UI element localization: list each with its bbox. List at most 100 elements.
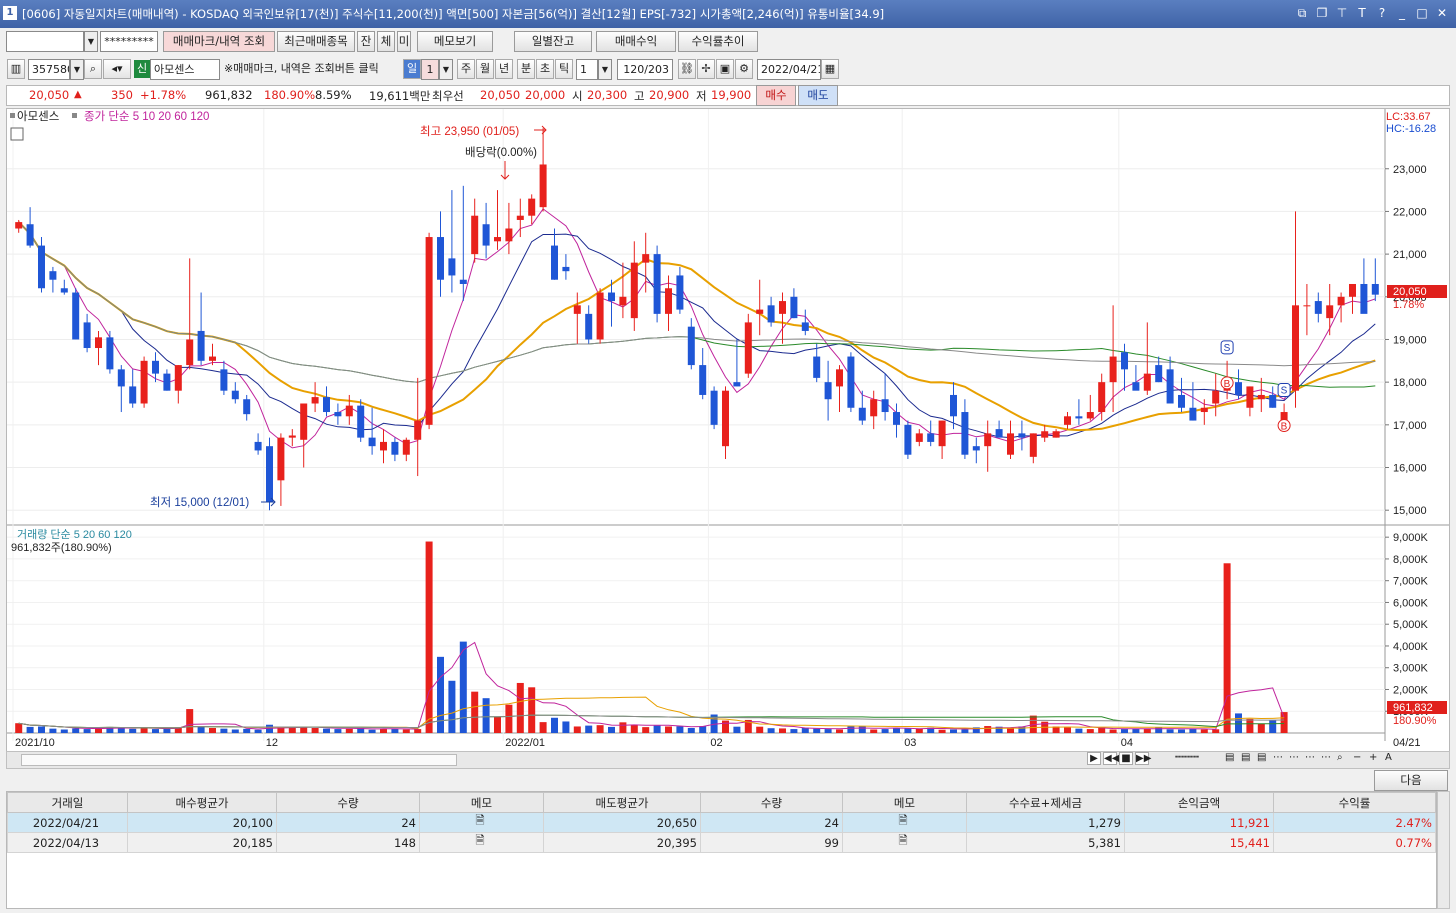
period-minute-button[interactable]: 분: [517, 59, 535, 79]
zoom-out-icon[interactable]: −: [1353, 752, 1367, 765]
candle-body: [744, 322, 752, 374]
buy-memo-icon[interactable]: 🗎: [419, 812, 544, 833]
candle-body: [1178, 394, 1185, 408]
chart-scroll-strip[interactable]: ▶ ◀◀ ■ ▶▶ ┅┅┅┅ ▤ ▤ ▤ ⋯ ⋯ ⋯ ⋯ ⌕ − + A: [6, 751, 1450, 769]
sell-memo-icon[interactable]: 🗎: [842, 812, 967, 833]
col-sell-avg[interactable]: 매도평균가: [543, 792, 701, 813]
chart-area[interactable]: 23,00022,00021,00020,00019,00018,00017,0…: [6, 108, 1450, 758]
link-icon[interactable]: ⧉: [1294, 4, 1310, 22]
save-icon[interactable]: ▣: [716, 59, 734, 79]
chain-icon[interactable]: ⛓: [678, 59, 696, 79]
table-icon[interactable]: ▤: [1225, 752, 1239, 765]
forward-icon[interactable]: ▶▶: [1135, 752, 1151, 765]
col-buy-memo[interactable]: 메모: [419, 792, 544, 813]
credit-badge: 신: [134, 60, 150, 78]
unit-dropdown-icon[interactable]: ▼: [598, 59, 612, 80]
col-return[interactable]: 수익률: [1273, 792, 1436, 813]
date-input[interactable]: 2022/04/21: [757, 59, 821, 80]
password-input[interactable]: *********: [100, 31, 158, 52]
account-dropdown-icon[interactable]: ▼: [84, 31, 98, 52]
period-value-dropdown-icon[interactable]: ▼: [439, 59, 453, 80]
volume-bar: [573, 726, 581, 733]
line-tool-icon-2[interactable]: ⋯: [1289, 752, 1303, 765]
next-button[interactable]: 다음: [1374, 770, 1448, 791]
trade-mark-query-button[interactable]: 매매마크/내역 조회: [163, 31, 275, 52]
lc-label: LC:33.67: [1386, 111, 1431, 123]
tstar-icon[interactable]: T: [1354, 4, 1370, 22]
col-sell-qty[interactable]: 수량: [700, 792, 843, 813]
stock-code-input[interactable]: 357580: [28, 59, 70, 80]
zoom-slider-icon[interactable]: ┅┅┅┅: [1151, 752, 1223, 765]
table-icon-3[interactable]: ▤: [1257, 752, 1271, 765]
close-icon[interactable]: ✕: [1434, 4, 1450, 22]
unexecuted-button[interactable]: 미: [397, 31, 411, 52]
copy-window-icon[interactable]: ❐: [1314, 4, 1330, 22]
sell-memo-icon[interactable]: 🗎: [842, 832, 967, 853]
buy-memo-icon[interactable]: 🗎: [419, 832, 544, 853]
table-row[interactable]: 2022/04/21 20,100 24 🗎 20,650 24 🗎 1,279…: [7, 812, 1436, 833]
chart-scrollbar-thumb[interactable]: [21, 754, 457, 766]
line-tool-icon[interactable]: ⋯: [1273, 752, 1287, 765]
layout-icon[interactable]: ▥: [7, 59, 25, 79]
calendar-icon[interactable]: ▦: [821, 59, 839, 79]
buy-marker-label: B: [1224, 379, 1231, 390]
search-icon[interactable]: ⌕: [84, 59, 102, 79]
volume-bar: [619, 722, 627, 733]
candle-body: [1360, 283, 1368, 314]
chart-grid-toggle-icon[interactable]: [10, 127, 24, 141]
price-volume-chart[interactable]: 23,00022,00021,00020,00019,00018,00017,0…: [7, 109, 1449, 757]
period-value-input[interactable]: 1: [421, 59, 439, 80]
period-tick-button[interactable]: 틱: [555, 59, 573, 79]
volume-bar: [1212, 729, 1220, 733]
zoom-in-icon[interactable]: +: [1369, 752, 1383, 765]
period-day-button[interactable]: 일: [403, 59, 421, 79]
help-icon[interactable]: ?: [1374, 4, 1390, 22]
period-month-button[interactable]: 월: [476, 59, 494, 79]
count-field[interactable]: 120/203: [617, 59, 673, 80]
pin-icon[interactable]: ⊤: [1334, 4, 1350, 22]
trade-profit-button[interactable]: 매매수익: [596, 31, 676, 52]
executed-button[interactable]: 체: [377, 31, 395, 52]
stop-icon[interactable]: ■: [1119, 752, 1133, 765]
col-sell-memo[interactable]: 메모: [842, 792, 967, 813]
recent-items-button[interactable]: 최근매매종목: [277, 31, 355, 52]
volume-bar: [915, 728, 923, 733]
table-row[interactable]: 2022/04/13 20,185 148 🗎 20,395 99 🗎 5,38…: [7, 832, 1436, 853]
memo-view-button[interactable]: 메모보기: [417, 31, 493, 52]
font-size-icon[interactable]: A: [1385, 752, 1399, 765]
zoom-icon[interactable]: ⌕: [1337, 752, 1351, 765]
table-icon-2[interactable]: ▤: [1241, 752, 1255, 765]
crosshair-tool-icon[interactable]: ✢: [697, 59, 715, 79]
return-trend-button[interactable]: 수익률추이: [678, 31, 758, 52]
col-profit[interactable]: 손익금액: [1124, 792, 1274, 813]
volume-bar: [402, 729, 410, 733]
period-year-button[interactable]: 년: [495, 59, 513, 79]
col-buy-avg[interactable]: 매수평균가: [127, 792, 277, 813]
buy-button[interactable]: 매수: [756, 85, 796, 106]
scroll-right-icon[interactable]: ▶: [1087, 752, 1101, 765]
stock-code-dropdown-icon[interactable]: ▼: [70, 59, 84, 80]
maximize-icon[interactable]: □: [1414, 4, 1430, 22]
col-buy-qty[interactable]: 수량: [276, 792, 420, 813]
period-week-button[interactable]: 주: [457, 59, 475, 79]
sell-button[interactable]: 매도: [798, 85, 838, 106]
gear-icon[interactable]: ⚙: [735, 59, 753, 79]
table-vertical-scrollbar[interactable]: [1437, 791, 1450, 909]
balance-button[interactable]: 잔: [357, 31, 375, 52]
rewind-icon[interactable]: ◀◀: [1103, 752, 1119, 765]
period-second-button[interactable]: 초: [536, 59, 554, 79]
speaker-icon[interactable]: ◂▾: [103, 59, 131, 79]
col-trade-date[interactable]: 거래일: [7, 792, 128, 813]
line-tool-icon-4[interactable]: ⋯: [1321, 752, 1335, 765]
window-number-icon[interactable]: 1: [3, 6, 17, 20]
hc-label: HC:-16.28: [1386, 123, 1436, 135]
candle-body: [129, 386, 137, 404]
minimize-icon[interactable]: _: [1394, 4, 1410, 22]
stock-name-field[interactable]: 아모센스: [150, 59, 220, 80]
unit-input[interactable]: 1: [576, 59, 598, 80]
account-input[interactable]: [6, 31, 84, 52]
col-fees[interactable]: 수수료+제세금: [966, 792, 1125, 813]
line-tool-icon-3[interactable]: ⋯: [1305, 752, 1319, 765]
candle-body: [984, 433, 992, 447]
daily-balance-button[interactable]: 일별잔고: [514, 31, 592, 52]
